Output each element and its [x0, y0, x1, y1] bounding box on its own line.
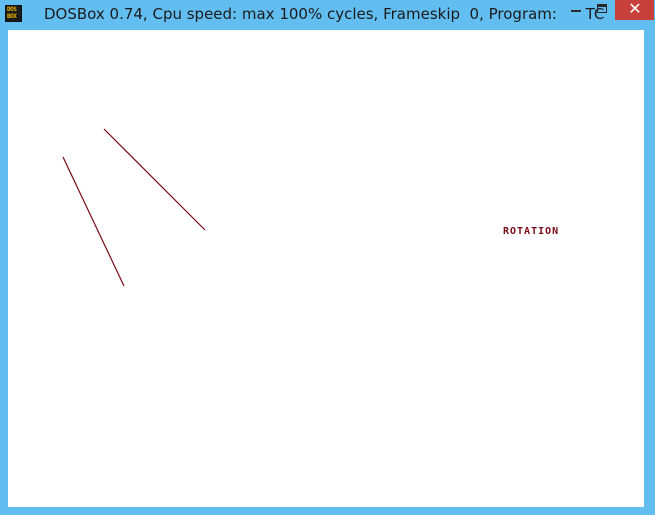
minimize-button[interactable]: [563, 0, 589, 20]
maximize-button[interactable]: [589, 0, 615, 20]
close-icon: ✕: [628, 0, 642, 18]
title-bar[interactable]: DOS BOX DOSBox 0.74, Cpu speed: max 100%…: [0, 0, 655, 28]
drawing-canvas: [62, 128, 206, 287]
dosbox-icon[interactable]: DOS BOX: [5, 5, 22, 22]
minimize-icon: [571, 10, 581, 12]
rotation-label: ROTATION: [503, 226, 560, 237]
dos-screen[interactable]: ROTATION: [8, 30, 644, 507]
rotated-line-lower: [62, 156, 125, 287]
maximize-icon: [597, 4, 607, 13]
rotated-line-upper: [103, 128, 206, 231]
dosbox-icon-text-bottom: BOX: [7, 13, 17, 20]
window-title: DOSBox 0.74, Cpu speed: max 100% cycles,…: [44, 5, 605, 23]
close-button[interactable]: ✕: [615, 0, 654, 20]
dosbox-window: DOS BOX DOSBox 0.74, Cpu speed: max 100%…: [0, 0, 655, 515]
